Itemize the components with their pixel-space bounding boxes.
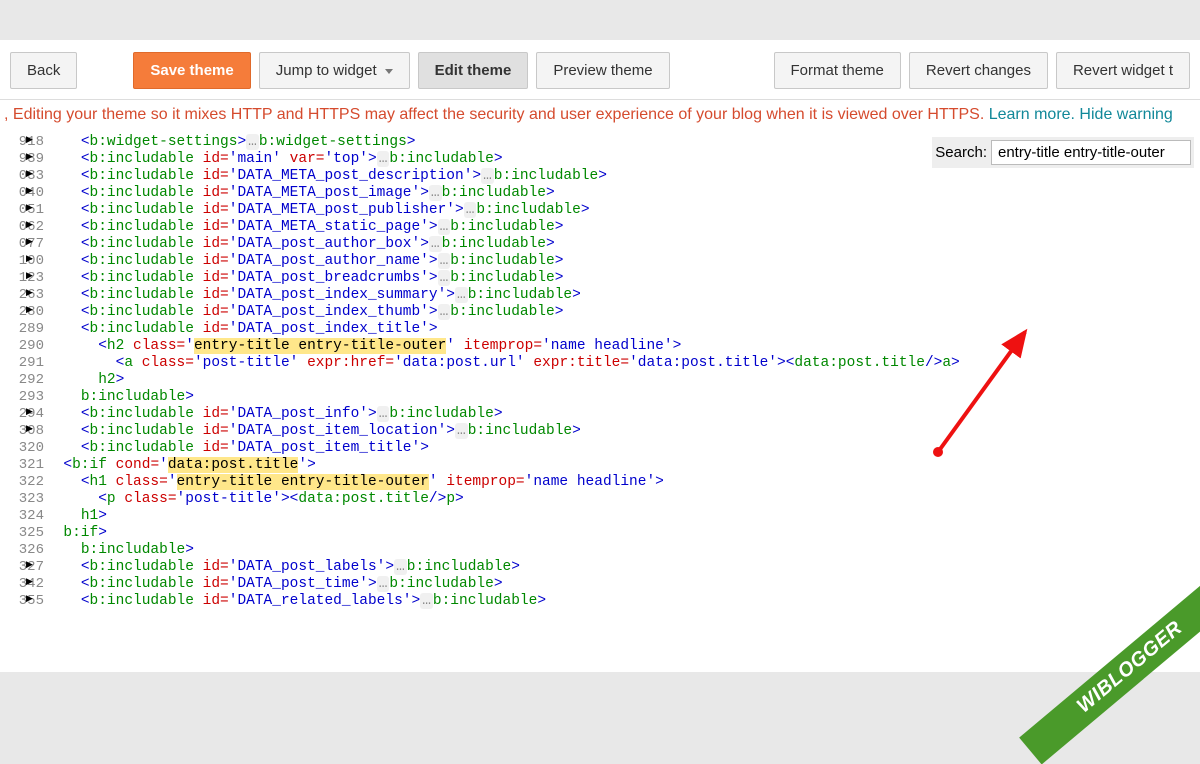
line-gutter: 9189390330400510620771001232632802892902…	[0, 132, 46, 610]
revert-widget-button[interactable]: Revert widget t	[1056, 52, 1190, 89]
code-content[interactable]: <b:widget-settings>…b:widget-settings> <…	[46, 134, 960, 151]
back-button[interactable]: Back	[10, 52, 77, 89]
search-bar: Search:	[932, 137, 1194, 168]
learn-more-link[interactable]: Learn more.	[989, 106, 1075, 123]
revert-changes-button[interactable]: Revert changes	[909, 52, 1048, 89]
chevron-down-icon	[385, 69, 393, 74]
edit-theme-button[interactable]: Edit theme	[418, 52, 529, 89]
hide-warning-link[interactable]: Hide warning	[1075, 106, 1173, 123]
save-theme-button[interactable]: Save theme	[133, 52, 250, 89]
code-editor[interactable]: 9189390330400510620771001232632802892902…	[0, 132, 1200, 672]
jump-to-widget-button[interactable]: Jump to widget	[259, 52, 410, 89]
format-theme-button[interactable]: Format theme	[774, 52, 901, 89]
search-label: Search:	[935, 144, 987, 161]
search-input[interactable]	[991, 140, 1191, 165]
https-warning: , Editing your theme so it mixes HTTP an…	[0, 100, 1200, 132]
preview-theme-button[interactable]: Preview theme	[536, 52, 669, 89]
toolbar: Back Save theme Jump to widget Edit them…	[0, 40, 1200, 100]
